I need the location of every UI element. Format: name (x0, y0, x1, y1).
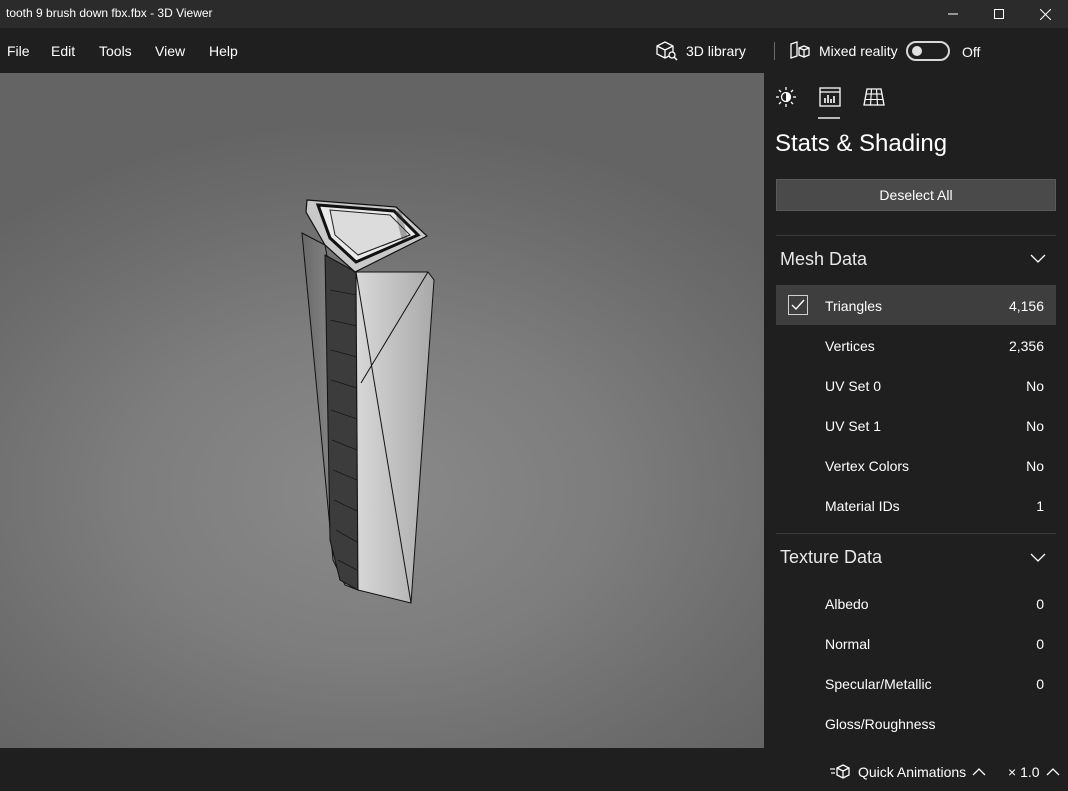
quick-animations-button[interactable]: Quick Animations (830, 764, 986, 780)
row-label: Vertex Colors (825, 458, 910, 474)
texture-row-specular-metallic[interactable]: Specular/Metallic 0 (776, 663, 1056, 703)
menu-view[interactable]: View (155, 43, 185, 59)
texture-row-gloss-roughness[interactable]: Gloss/Roughness (776, 703, 1056, 743)
close-button[interactable] (1022, 0, 1068, 28)
texture-row-normal[interactable]: Normal 0 (776, 623, 1056, 663)
row-value: 2,356 (1008, 338, 1044, 354)
minimize-button[interactable] (930, 0, 976, 28)
row-label: Vertices (825, 338, 875, 354)
3d-library-button[interactable]: 3D library (656, 40, 746, 62)
row-label: Specular/Metallic (825, 676, 932, 692)
row-label: UV Set 0 (825, 378, 882, 394)
toggle-knob (912, 46, 922, 56)
row-label: Triangles (825, 298, 883, 314)
menu-tools[interactable]: Tools (99, 43, 132, 59)
row-value: 4,156 (1008, 298, 1044, 314)
row-label: Material IDs (825, 498, 900, 514)
mixed-reality-icon (790, 41, 810, 59)
row-value: No (1026, 418, 1044, 434)
row-value: 0 (1036, 636, 1044, 652)
checkmark-icon (791, 299, 805, 311)
mesh-data-header[interactable]: Mesh Data (780, 249, 867, 270)
3d-viewport[interactable] (0, 73, 764, 748)
minimize-icon (948, 13, 958, 15)
mesh-row-vertices[interactable]: Vertices 2,356 (776, 325, 1056, 365)
chevron-up-icon (972, 768, 986, 776)
row-value: 0 (1036, 596, 1044, 612)
deselect-all-button[interactable]: Deselect All (776, 179, 1056, 211)
section-divider (776, 533, 1056, 534)
tooth-model-render (301, 199, 435, 604)
menu-edit[interactable]: Edit (51, 43, 75, 59)
title-bar: tooth 9 brush down fbx.fbx - 3D Viewer (0, 0, 1068, 28)
maximize-button[interactable] (976, 0, 1022, 28)
chevron-down-icon[interactable] (1030, 553, 1046, 563)
mesh-row-uv-set-1[interactable]: UV Set 1 No (776, 405, 1056, 445)
row-value: 0 (1036, 676, 1044, 692)
section-divider (776, 235, 1056, 236)
chevron-up-icon (1046, 768, 1059, 776)
menu-file[interactable]: File (7, 43, 30, 59)
sun-icon[interactable] (774, 85, 798, 109)
texture-data-header[interactable]: Texture Data (780, 547, 882, 568)
quick-animations-label: Quick Animations (858, 764, 967, 780)
row-value: 1 (1036, 498, 1044, 514)
chevron-down-icon[interactable] (1030, 254, 1046, 264)
3d-library-label: 3D library (686, 43, 746, 59)
row-label: Normal (825, 636, 871, 652)
mesh-row-material-ids[interactable]: Material IDs 1 (776, 485, 1056, 525)
mixed-reality-button[interactable]: Mixed reality (789, 40, 898, 62)
window-title: tooth 9 brush down fbx.fbx - 3D Viewer (6, 6, 213, 20)
menu-help[interactable]: Help (209, 43, 238, 59)
triangles-checkbox[interactable] (788, 295, 808, 315)
row-label: UV Set 1 (825, 418, 882, 434)
speed-label: × 1.0 (1008, 764, 1040, 780)
maximize-icon (994, 9, 1004, 19)
animation-cube-icon (830, 764, 850, 779)
mixed-reality-toggle[interactable] (906, 41, 950, 61)
mixed-reality-label: Mixed reality (819, 43, 898, 59)
toggle-state-label: Off (962, 44, 981, 60)
close-icon (1039, 8, 1051, 20)
row-label: Gloss/Roughness (825, 716, 936, 732)
row-value: No (1026, 458, 1044, 474)
speed-button[interactable]: × 1.0 (1008, 764, 1060, 780)
toolbar-separator (774, 42, 775, 60)
panel-title: Stats & Shading (775, 130, 948, 157)
row-label: Albedo (825, 596, 869, 612)
mesh-row-uv-set-0[interactable]: UV Set 0 No (776, 365, 1056, 405)
status-bar: Quick Animations × 1.0 (0, 748, 1068, 791)
menu-bar: File Edit Tools View Help 3D library Mix… (0, 28, 1068, 73)
row-value: No (1026, 378, 1044, 394)
cube-search-icon (656, 41, 678, 61)
grid-icon[interactable] (862, 85, 886, 109)
texture-row-albedo[interactable]: Albedo 0 (776, 583, 1056, 623)
stats-icon[interactable] (818, 85, 842, 109)
mesh-row-triangles[interactable]: Triangles 4,156 (776, 285, 1056, 325)
active-tab-indicator (818, 117, 840, 119)
mesh-row-vertex-colors[interactable]: Vertex Colors No (776, 445, 1056, 485)
